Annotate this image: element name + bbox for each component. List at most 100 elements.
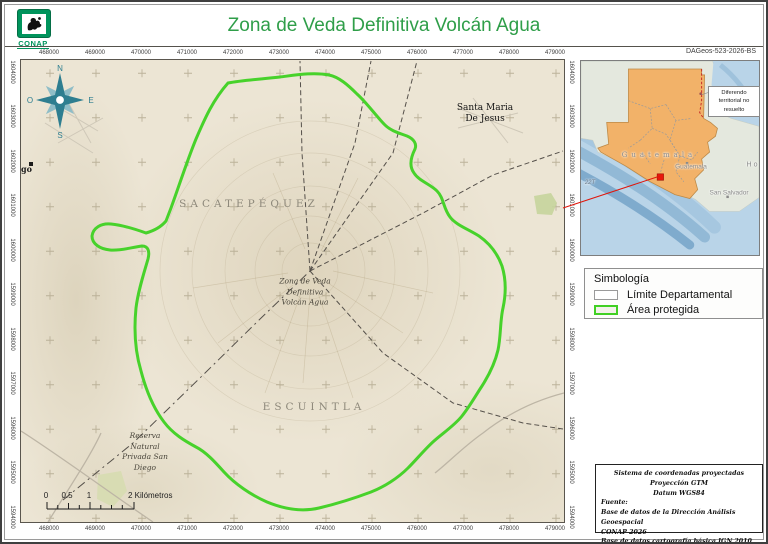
y-axis-label: 1596000 bbox=[568, 416, 574, 440]
y-axis-label: 1594000 bbox=[9, 505, 15, 529]
y-axis-label: 1600000 bbox=[568, 238, 574, 262]
y-axis-label: 1601000 bbox=[9, 193, 15, 217]
callout-line1: Diferendo bbox=[721, 90, 747, 96]
x-axis-label: 473000 bbox=[268, 526, 290, 532]
town-label-line1: Santa Maria bbox=[456, 102, 514, 113]
y-axis-label: 1600000 bbox=[9, 238, 15, 262]
reserve-label-line4: Diego bbox=[133, 462, 157, 472]
y-axis-label: 1595000 bbox=[9, 460, 15, 484]
reserve-label: Reserva Natural Privada San Diego bbox=[122, 431, 168, 473]
conap-logo-text: CONAP bbox=[17, 39, 49, 49]
x-axis-label: 473000 bbox=[268, 50, 290, 56]
svg-text:E: E bbox=[88, 96, 93, 105]
y-axis-label: 1604000 bbox=[9, 60, 15, 84]
x-axis-label: 471000 bbox=[176, 50, 198, 56]
y-axis-label: 1594000 bbox=[568, 505, 574, 529]
y-axis-label: 1603000 bbox=[9, 104, 15, 128]
x-axis-label: 477000 bbox=[452, 526, 474, 532]
volcano-location-marker bbox=[656, 173, 664, 181]
inset-city-label: Guatemala bbox=[675, 163, 707, 171]
y-axis-label: 1595000 bbox=[568, 460, 574, 484]
source-line-3: Base de datos cartografía básica IGN 201… bbox=[601, 538, 752, 544]
y-axis-label: 1598000 bbox=[9, 327, 15, 351]
town-label-line2: De Jesus bbox=[465, 114, 505, 124]
protected-zone-label: Zona de Veda Definitiva Volcán Agua bbox=[279, 276, 330, 308]
inset-san-salvador-label: San Salvador bbox=[709, 189, 749, 197]
inset-honduras-label: Ho bbox=[746, 161, 760, 169]
x-axis-label: 479000 bbox=[544, 50, 566, 56]
scalebar-label-1: 1 bbox=[86, 491, 92, 500]
zone-label-line3: Volcán Agua bbox=[281, 297, 329, 307]
scalebar-label-0: 0 bbox=[43, 491, 49, 500]
x-axis-label: 470000 bbox=[130, 50, 152, 56]
svg-text:O: O bbox=[27, 96, 33, 105]
x-axis-label: 477000 bbox=[452, 50, 474, 56]
department-label-sacatepequez: SACATEPÉQUEZ bbox=[179, 198, 319, 210]
territorial-dispute-callout: Diferendo territorial no resuelto bbox=[708, 86, 760, 118]
legend-item-protected-area: Área protegida bbox=[594, 304, 762, 316]
scalebar-label-05: 0.5 bbox=[61, 491, 73, 500]
projection-line: Proyección GTM bbox=[650, 479, 708, 487]
y-axis-label: 1598000 bbox=[568, 327, 574, 351]
fuente-label: Fuente: bbox=[601, 499, 628, 507]
y-axis-label: 1602000 bbox=[9, 149, 15, 173]
y-axis-label: 1597000 bbox=[568, 371, 574, 395]
y-axis-label: 1601000 bbox=[568, 193, 574, 217]
x-axis-label: 478000 bbox=[498, 526, 520, 532]
callout-line3: resuelto bbox=[723, 106, 745, 113]
svg-text:N: N bbox=[57, 64, 63, 73]
departmental-boundary-swatch bbox=[594, 290, 618, 300]
y-axis-label: 1599000 bbox=[568, 282, 574, 306]
x-axis-label: 469000 bbox=[84, 526, 106, 532]
y-axis-label: 1599000 bbox=[9, 282, 15, 306]
y-axis-label: 1596000 bbox=[9, 416, 15, 440]
inset-country-label: Guatemala bbox=[621, 151, 697, 159]
y-axis-label: 1602000 bbox=[568, 149, 574, 173]
y-axis-label: 1597000 bbox=[9, 371, 15, 395]
map-sheet: CONAP Zona de Veda Definitiva Volcán Agu… bbox=[0, 0, 768, 544]
legend: Simbología Límite Departamental Área pro… bbox=[584, 268, 763, 319]
zone-label-line1: Zona de Veda bbox=[279, 276, 331, 286]
datum-line: Datum WGS84 bbox=[653, 489, 705, 497]
x-axis-label: 476000 bbox=[406, 50, 428, 56]
x-axis-label: 475000 bbox=[360, 526, 382, 532]
source-info-box: Sistema de coordenadas proyectadas Proye… bbox=[595, 464, 763, 542]
x-axis-label: 474000 bbox=[314, 526, 336, 532]
x-axis-label: 479000 bbox=[544, 526, 566, 532]
y-axis-label: 1603000 bbox=[568, 104, 574, 128]
reserve-label-line3: Privada San bbox=[122, 452, 168, 461]
x-axis-label: 470000 bbox=[130, 526, 152, 532]
reserve-label-line1: Reserva bbox=[129, 431, 161, 440]
x-axis-label: 475000 bbox=[360, 50, 382, 56]
scalebar-label-2km: 2 Kilómetros bbox=[128, 491, 173, 500]
zone-label-line2: Definitiva bbox=[286, 286, 324, 296]
legend-item-label: Límite Departamental bbox=[627, 289, 733, 301]
protected-area-swatch bbox=[594, 305, 618, 315]
legend-title: Simbología bbox=[594, 273, 650, 285]
x-axis-label: 472000 bbox=[222, 526, 244, 532]
x-axis-label: 472000 bbox=[222, 50, 244, 56]
inset-grid-zone-label: 22T bbox=[584, 180, 596, 186]
edge-town-label: go bbox=[21, 164, 32, 174]
header-divider bbox=[5, 46, 763, 47]
x-axis-label: 468000 bbox=[38, 50, 60, 56]
legend-item-departmental: Límite Departamental bbox=[594, 289, 762, 301]
callout-line2: territorial no bbox=[718, 98, 750, 105]
x-axis-label: 468000 bbox=[38, 526, 60, 532]
x-axis-label: 474000 bbox=[314, 50, 336, 56]
x-axis-label: 469000 bbox=[84, 50, 106, 56]
source-line-1: Base de datos de la Dirección Análisis G… bbox=[601, 509, 736, 526]
document-id: DAGeos-523-2026-BS bbox=[685, 48, 756, 55]
department-label-escuintla: ESCUINTLA bbox=[262, 401, 366, 413]
x-axis-label: 478000 bbox=[498, 50, 520, 56]
source-line-2: CONAP 2026 bbox=[601, 528, 647, 536]
x-axis-label: 476000 bbox=[406, 526, 428, 532]
y-axis-label: 1604000 bbox=[568, 60, 574, 84]
projection-system-line: Sistema de coordenadas proyectadas bbox=[613, 470, 745, 477]
x-axis-label: 471000 bbox=[176, 526, 198, 532]
page-title: Zona de Veda Definitiva Volcán Agua bbox=[227, 15, 541, 36]
town-label-santa-maria: Santa Maria De Jesus bbox=[457, 103, 513, 126]
callout-anchor-dot bbox=[699, 92, 702, 96]
reserve-label-line2: Natural bbox=[130, 441, 160, 451]
svg-text:S: S bbox=[57, 131, 62, 140]
